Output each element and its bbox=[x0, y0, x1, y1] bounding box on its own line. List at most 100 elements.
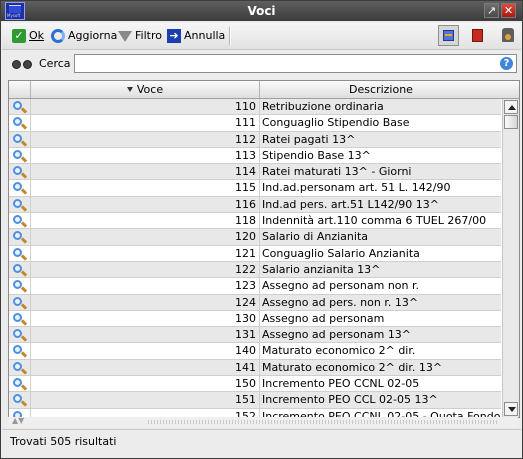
sort-icon bbox=[126, 87, 133, 93]
search-input[interactable] bbox=[74, 54, 517, 73]
layout-toggle-button[interactable] bbox=[438, 25, 459, 46]
sheet-icon bbox=[443, 30, 454, 41]
row-open-cell[interactable] bbox=[9, 99, 31, 115]
splitter-grip bbox=[148, 420, 498, 424]
scroll-up-button[interactable] bbox=[504, 100, 518, 114]
refresh-icon bbox=[51, 29, 65, 43]
row-open-cell[interactable] bbox=[9, 229, 31, 246]
voce-cell: 124 bbox=[31, 294, 260, 311]
check-icon: ✓ bbox=[12, 29, 26, 43]
table-row[interactable]: 131 Assegno ad personam 13^ bbox=[9, 327, 501, 344]
magnifier-icon bbox=[13, 296, 22, 306]
column-header-voce[interactable]: Voce bbox=[31, 81, 260, 98]
row-open-cell[interactable] bbox=[9, 343, 31, 360]
descrizione-cell: Conguaglio Stipendio Base bbox=[262, 116, 410, 130]
table-row[interactable]: 121 Conguaglio Salario Anzianita bbox=[9, 245, 501, 262]
descrizione-cell: Ind.ad.personam art. 51 L. 142/90 bbox=[262, 181, 451, 195]
splitter-bar[interactable]: ▲▼ bbox=[8, 416, 518, 427]
status-bar: Trovati 505 risultati bbox=[2, 429, 521, 458]
magnifier-icon bbox=[13, 263, 22, 273]
voce-cell: 121 bbox=[31, 245, 260, 262]
row-open-cell[interactable] bbox=[9, 359, 31, 376]
row-open-cell[interactable] bbox=[9, 245, 31, 262]
magnifier-icon bbox=[13, 280, 22, 290]
row-open-cell[interactable] bbox=[9, 147, 31, 164]
row-open-cell[interactable] bbox=[9, 278, 31, 295]
expand-arrows-icon: ▲▼ bbox=[12, 416, 25, 425]
row-open-cell[interactable] bbox=[9, 196, 31, 213]
descrizione-cell: Ratei pagati 13^ bbox=[262, 132, 356, 146]
table-body: 110 Retribuzione ordinaria 111 Conguaglio S… bbox=[9, 99, 501, 417]
column-header-action bbox=[9, 81, 31, 98]
manual-button[interactable] bbox=[467, 25, 488, 46]
magnifier-icon bbox=[13, 149, 22, 159]
table-row[interactable]: 150 Incremento PEO CCNL 02-05 bbox=[9, 376, 501, 393]
table-row[interactable]: 113 Stipendio Base 13^ bbox=[9, 147, 501, 165]
magnifier-icon bbox=[13, 361, 22, 371]
magnifier-icon bbox=[13, 182, 22, 192]
table-row[interactable]: 151 Incremento PEO CCL 02-05 13^ bbox=[9, 392, 501, 409]
row-open-cell[interactable] bbox=[9, 261, 31, 278]
vertical-scrollbar[interactable] bbox=[502, 99, 519, 417]
cancel-button[interactable]: ➔ Annulla bbox=[167, 27, 225, 45]
magnifier-icon bbox=[13, 101, 22, 110]
table-row[interactable]: 123 Assegno ad personam non r. bbox=[9, 278, 501, 295]
descrizione-cell: Conguaglio Salario Anzianita bbox=[262, 246, 420, 260]
row-open-cell[interactable] bbox=[9, 213, 31, 230]
support-button[interactable] bbox=[498, 25, 519, 46]
help-icon[interactable]: ? bbox=[500, 57, 513, 70]
title-bar[interactable]: Voci ↗ ✕ bbox=[1, 1, 522, 21]
descrizione-cell: Ind.ad pers. art.51 L142/90 13^ bbox=[262, 197, 440, 211]
row-open-cell[interactable] bbox=[9, 294, 31, 311]
table-row[interactable]: 130 Assegno ad personam bbox=[9, 310, 501, 328]
row-open-cell[interactable] bbox=[9, 392, 31, 409]
descrizione-cell: Incremento PEO CCL 02-05 13^ bbox=[262, 393, 438, 407]
row-open-cell[interactable] bbox=[9, 164, 31, 181]
magnifier-icon bbox=[13, 312, 22, 322]
voce-cell: 120 bbox=[31, 229, 260, 246]
table-row[interactable]: 110 Retribuzione ordinaria bbox=[9, 99, 501, 116]
column-header-descrizione[interactable]: Descrizione bbox=[260, 81, 502, 98]
magnifier-icon bbox=[13, 345, 22, 355]
row-open-cell[interactable] bbox=[9, 310, 31, 327]
magnifier-icon bbox=[13, 198, 22, 208]
table-row[interactable]: 122 Salario anzianita 13^ bbox=[9, 261, 501, 279]
table-row[interactable]: 118 Indennità art.110 comma 6 TUEL 267/00 bbox=[9, 213, 501, 230]
voce-cell: 110 bbox=[31, 99, 260, 115]
maximize-button[interactable]: ↗ bbox=[484, 3, 499, 18]
row-open-cell[interactable] bbox=[9, 376, 31, 393]
refresh-button[interactable]: Aggiorna bbox=[51, 27, 117, 45]
table-row[interactable]: 111 Conguaglio Stipendio Base bbox=[9, 115, 501, 132]
table-row[interactable]: 114 Ratei maturati 13^ - Giorni bbox=[9, 164, 501, 181]
table-row[interactable]: 112 Ratei pagati 13^ bbox=[9, 131, 501, 148]
filter-button[interactable]: Filtro bbox=[118, 27, 162, 45]
table-row[interactable]: 115 Ind.ad.personam art. 51 L. 142/90 bbox=[9, 180, 501, 197]
voce-cell: 118 bbox=[31, 213, 260, 230]
table-row[interactable]: 140 Maturato economico 2^ dir. bbox=[9, 343, 501, 360]
scroll-down-button[interactable] bbox=[504, 402, 518, 416]
scroll-thumb[interactable] bbox=[504, 115, 518, 129]
ok-button[interactable]: ✓ Ok bbox=[12, 27, 44, 45]
descrizione-cell: Stipendio Base 13^ bbox=[262, 148, 371, 162]
table-row[interactable]: 120 Salario di Anzianita bbox=[9, 229, 501, 246]
descrizione-cell: Assegno ad personam non r. bbox=[262, 279, 419, 293]
row-open-cell[interactable] bbox=[9, 131, 31, 148]
magnifier-icon bbox=[13, 166, 22, 176]
column-header-descrizione-label: Descrizione bbox=[349, 83, 413, 96]
table-row[interactable]: 141 Maturato economico 2^ dir. 13^ bbox=[9, 359, 501, 377]
search-label: Cerca bbox=[39, 57, 71, 70]
table-row[interactable]: 124 Assegno ad pers. non r. 13^ bbox=[9, 294, 501, 311]
row-open-cell[interactable] bbox=[9, 327, 31, 344]
descrizione-cell: Assegno ad pers. non r. 13^ bbox=[262, 295, 419, 309]
descrizione-cell: Assegno ad personam bbox=[262, 311, 385, 325]
table-header: Voce Descrizione bbox=[9, 81, 519, 99]
close-button[interactable]: ✕ bbox=[501, 3, 516, 18]
filter-label: Filtro bbox=[135, 29, 162, 42]
voce-cell: 116 bbox=[31, 196, 260, 213]
magnifier-icon bbox=[13, 329, 22, 339]
row-open-cell[interactable] bbox=[9, 180, 31, 197]
table-row[interactable]: 116 Ind.ad pers. art.51 L142/90 13^ bbox=[9, 196, 501, 214]
voce-cell: 115 bbox=[31, 180, 260, 197]
cancel-label: Annulla bbox=[184, 29, 226, 42]
row-open-cell[interactable] bbox=[9, 115, 31, 132]
